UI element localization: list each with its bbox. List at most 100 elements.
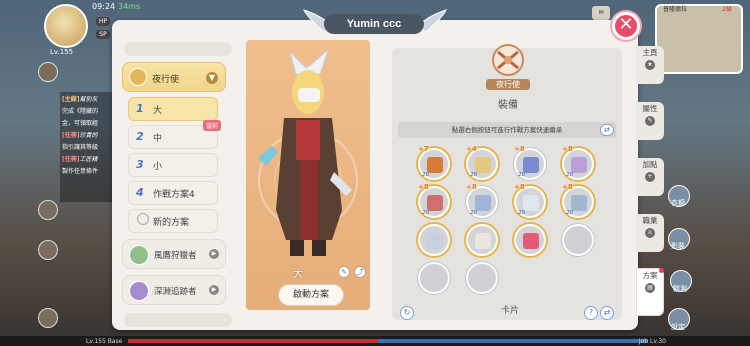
equipment-title: 裝備 <box>498 100 518 111</box>
tab-label: 方案 <box>642 271 658 280</box>
equipment-item-icon <box>427 195 443 211</box>
equipment-item-icon <box>523 157 539 173</box>
refine-level: +8 <box>418 183 429 191</box>
exp-bar: Lv.155 Base Job Lv.30 <box>0 336 750 346</box>
plan-item-1[interactable]: 1 大 <box>128 97 218 121</box>
character-preview[interactable] <box>246 40 370 310</box>
plan-icon: ▤ <box>645 283 655 293</box>
edit-icon[interactable]: ✎ <box>338 266 350 278</box>
swap-icon[interactable] <box>38 62 58 82</box>
tab-label: 加點 <box>642 160 658 169</box>
close-button[interactable]: ✕ <box>612 12 640 40</box>
tab-stats[interactable]: 屬性 ✎ <box>636 102 664 140</box>
plan-name-label: 大 <box>293 269 303 280</box>
equipment-slot[interactable] <box>514 224 546 256</box>
back-icon[interactable] <box>38 200 58 220</box>
dialog-title: Yumin ccc <box>324 14 424 34</box>
home-icon: ★ <box>645 60 655 70</box>
tools-icon[interactable] <box>38 308 58 328</box>
share-icon[interactable]: ⤴ <box>354 266 366 278</box>
shadow-gear-label: 影裝 <box>671 242 685 250</box>
refine-level: +8 <box>514 183 525 191</box>
tab-job[interactable]: 職業 ⚔ <box>636 214 664 252</box>
chat-line: 製作任意條件 <box>62 168 99 175</box>
plan-label: 小 <box>153 162 163 172</box>
chevron-right-icon: ▶ <box>209 249 219 259</box>
item-level: 20 <box>470 210 477 216</box>
job-category-windhawk[interactable]: 風鷹狩獵者 ▶ <box>122 239 226 269</box>
minimap[interactable] <box>655 4 743 74</box>
card-title: 卡片 <box>500 306 519 316</box>
item-level: 20 <box>518 172 525 178</box>
tab-label: 屬性 <box>642 104 658 113</box>
plan-item-3[interactable]: 3 小 <box>128 153 218 177</box>
item-level: 20 <box>422 210 429 216</box>
job-category-selected[interactable]: 夜行使 ▼ <box>122 62 226 92</box>
map-name: 普隆德拉 <box>663 6 688 13</box>
empty-equipment-slot[interactable] <box>562 224 594 256</box>
list-item-collapsed[interactable] <box>124 313 232 327</box>
new-plan-label: 新的方案 <box>153 218 190 228</box>
help-icon[interactable]: ? <box>584 306 598 320</box>
refresh-icon[interactable]: ↻ <box>400 306 414 320</box>
new-plan-button[interactable]: 新的方案 <box>128 209 218 233</box>
refine-level: +7 <box>418 145 429 153</box>
equipment-slot[interactable] <box>466 224 498 256</box>
equipment-item-icon <box>523 233 539 249</box>
plus-icon: + <box>645 172 655 182</box>
equipment-slot[interactable]: +8 20 <box>562 183 594 218</box>
notification-dot <box>659 268 664 273</box>
job-icon: ⚔ <box>645 228 655 238</box>
tab-home[interactable]: 主頁 ★ <box>636 46 664 84</box>
tab-points[interactable]: 加點 + <box>636 158 664 196</box>
current-badge: 當前 <box>202 120 221 131</box>
chat-line: 完成《隱藏的 <box>62 108 99 115</box>
nightwalker-icon <box>129 68 147 86</box>
base-exp-fill <box>128 339 378 343</box>
close-icon: ✕ <box>618 14 634 35</box>
equipment-slot[interactable]: +8 20 <box>418 183 450 218</box>
refine-level: +4 <box>466 145 477 153</box>
swap-arrows-icon[interactable]: ⇄ <box>600 306 614 320</box>
equipment-slot[interactable]: +7 20 <box>418 145 450 180</box>
swap-icon-2[interactable] <box>38 240 58 260</box>
refine-level: +8 <box>562 183 573 191</box>
mail-icon[interactable]: ✉ <box>592 6 610 20</box>
equipment-item-icon <box>523 195 539 211</box>
hp-badge: HP <box>96 17 110 26</box>
player-avatar[interactable] <box>44 4 88 48</box>
equipment-slot[interactable]: +8 20 <box>514 145 546 180</box>
chat-line: [任務]工匠精 <box>62 156 98 163</box>
job-category-label: 夜行使 <box>152 75 180 85</box>
plan-label: 中 <box>153 134 163 144</box>
chevron-right-icon: ▶ <box>209 285 219 295</box>
job-exp-fill <box>378 339 648 343</box>
equipment-slot[interactable]: +8 20 <box>514 183 546 218</box>
equipment-item-icon <box>475 233 491 249</box>
empty-equipment-slot[interactable] <box>418 262 450 294</box>
equipment-slot[interactable]: +8 20 <box>466 183 498 218</box>
quick-inherit-icon[interactable]: ⇄ <box>600 124 614 136</box>
job-category-abyss[interactable]: 深淵追跡者 ▶ <box>122 275 226 305</box>
latency: 34ms <box>118 2 141 11</box>
equipment-slot[interactable] <box>418 224 450 256</box>
chat-log[interactable]: [主線]幫別灰 完成《隱藏的 金，可領取經 [任務]珍貴的 指引讓其等級 [任務… <box>60 92 114 202</box>
crossbow-emblem-icon <box>492 44 524 76</box>
tab-plan[interactable]: 方案 ▤ <box>636 268 664 316</box>
quick-inherit-hint: 點選右側按鈕可進行作戰方案快速繼承 <box>398 122 616 138</box>
plus-icon <box>137 213 149 225</box>
item-level: 20 <box>566 172 573 178</box>
equipment-slot[interactable]: +4 20 <box>466 145 498 180</box>
stats-icon: ✎ <box>645 116 655 126</box>
launch-plan-button[interactable]: 啟動方案 <box>278 284 344 306</box>
character-sprite <box>258 48 352 256</box>
plan-item-4[interactable]: 4 作戰方案4 <box>128 181 218 205</box>
empty-equipment-slot[interactable] <box>466 262 498 294</box>
list-item-collapsed[interactable] <box>124 42 232 56</box>
equipment-slot[interactable]: +8 20 <box>562 145 594 180</box>
sp-badge: SP <box>96 30 110 39</box>
plan-item-2[interactable]: 2 中 當前 <box>128 120 221 149</box>
chat-line: [主線]幫別灰 <box>62 96 98 103</box>
chevron-down-icon[interactable]: ▼ <box>206 72 218 84</box>
wardrobe-label: 衣櫥 <box>671 199 685 207</box>
